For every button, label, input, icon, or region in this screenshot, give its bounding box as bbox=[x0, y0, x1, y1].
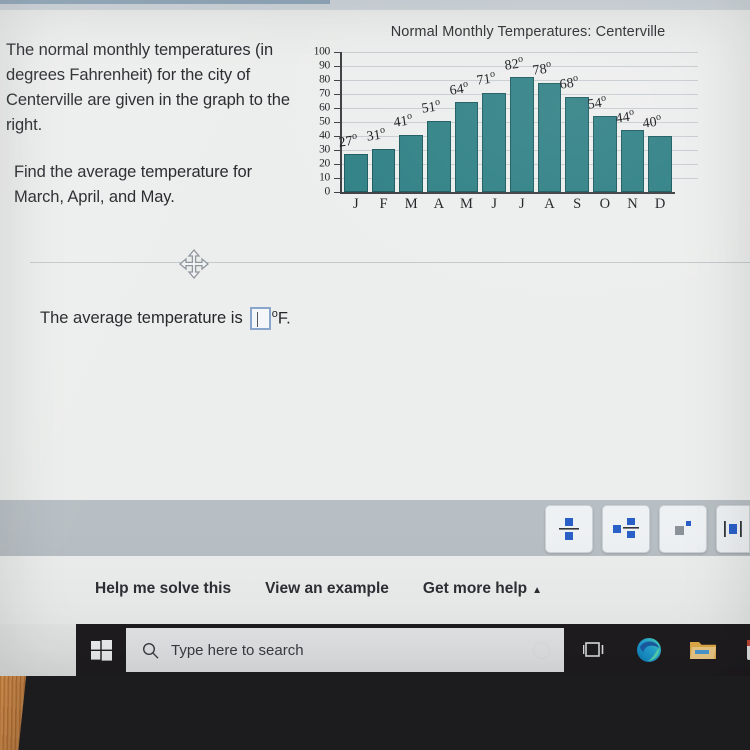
bar-value-label: 68o bbox=[559, 72, 580, 93]
chart-bar bbox=[593, 116, 617, 192]
chart-bar bbox=[537, 82, 562, 192]
get-more-help-link[interactable]: Get more help ▲ bbox=[423, 580, 542, 598]
absolute-value-template-button[interactable] bbox=[716, 505, 750, 553]
problem-statement: The normal monthly temperatures (in degr… bbox=[6, 38, 306, 210]
mixed-number-template-button[interactable] bbox=[602, 505, 650, 553]
bar-value-label: 78o bbox=[531, 58, 552, 79]
chart-bar bbox=[565, 96, 589, 192]
bar-value-label: 31o bbox=[365, 124, 386, 145]
answer-unit-label: oF. bbox=[272, 308, 291, 329]
exercise-panel: The normal monthly temperatures (in degr… bbox=[0, 10, 750, 500]
text-caret bbox=[256, 312, 258, 327]
help-link-label: View an example bbox=[265, 580, 389, 597]
answer-row: The average temperature is oF. bbox=[40, 307, 291, 330]
chart-bar bbox=[427, 120, 451, 192]
bar-value-label: 27o bbox=[337, 130, 358, 151]
task-view-icon[interactable] bbox=[580, 635, 610, 665]
windows-taskbar: Type here to search bbox=[76, 624, 750, 676]
view-an-example-link[interactable]: View an example bbox=[265, 580, 389, 598]
laptop-screen: The normal monthly temperatures (in degr… bbox=[0, 0, 750, 676]
help-links: Help me solve this View an example Get m… bbox=[95, 580, 542, 598]
month-label: J bbox=[353, 196, 359, 212]
month-label: A bbox=[433, 196, 445, 212]
bar-value-label: 64o bbox=[448, 78, 469, 99]
month-label: J bbox=[491, 196, 497, 212]
cortana-icon[interactable] bbox=[526, 635, 556, 665]
chart-bar bbox=[371, 148, 396, 192]
app-icon[interactable] bbox=[742, 635, 750, 665]
move-cursor-icon bbox=[178, 248, 210, 280]
y-axis-tick-label: 90 bbox=[319, 59, 330, 72]
chart-bar bbox=[510, 77, 534, 192]
windows-logo-icon bbox=[90, 639, 112, 661]
file-explorer-icon[interactable] bbox=[688, 635, 718, 665]
x-axis-line bbox=[340, 192, 675, 194]
answer-input[interactable] bbox=[249, 307, 271, 330]
help-me-solve-this-link[interactable]: Help me solve this bbox=[95, 580, 231, 598]
section-divider bbox=[30, 262, 750, 263]
chart-bar bbox=[482, 92, 506, 192]
photograph-of-laptop-screen: The normal monthly temperatures (in degr… bbox=[0, 0, 750, 750]
window-accent-bar bbox=[0, 0, 330, 4]
taskbar-search-placeholder: Type here to search bbox=[171, 641, 304, 659]
y-axis-tick-label: 50 bbox=[319, 115, 330, 128]
chart-bar bbox=[648, 136, 672, 192]
y-axis-tick-label: 80 bbox=[319, 73, 330, 86]
bar-value-label: 54o bbox=[586, 92, 607, 113]
bar-value-label: 44o bbox=[614, 106, 635, 127]
month-label: M bbox=[404, 196, 418, 212]
exponent-template-button[interactable] bbox=[659, 505, 707, 553]
bar-value-label: 40o bbox=[642, 111, 663, 133]
chart-bar bbox=[399, 134, 423, 192]
chevron-up-icon: ▲ bbox=[532, 585, 543, 596]
windows-start-button[interactable] bbox=[82, 632, 120, 668]
math-palette-buttons bbox=[545, 505, 750, 553]
problem-paragraph-2: Find the average temperature for March, … bbox=[14, 163, 253, 206]
bar-value-label: 82o bbox=[503, 53, 524, 74]
problem-paragraph-1: The normal monthly temperatures (in degr… bbox=[6, 41, 290, 134]
chart-bar bbox=[454, 102, 479, 192]
y-axis-tick-label: 10 bbox=[319, 171, 330, 184]
y-axis-tick-label: 100 bbox=[313, 45, 331, 58]
search-icon bbox=[142, 642, 159, 659]
y-axis-tick-labels: 0 10 20 30 40 50 60 70 80 90 100 bbox=[300, 46, 334, 197]
y-axis-tick-label: 60 bbox=[319, 101, 330, 114]
microsoft-edge-icon[interactable] bbox=[634, 635, 664, 665]
y-axis-tick-label: 0 bbox=[324, 185, 331, 198]
help-link-label: Get more help bbox=[422, 580, 528, 597]
month-label: O bbox=[599, 196, 611, 212]
chart-bar bbox=[620, 130, 645, 192]
fahrenheit-label: F. bbox=[277, 309, 291, 328]
month-label: J bbox=[519, 196, 525, 212]
y-axis-tick-label: 40 bbox=[319, 129, 330, 142]
chart-plot-area: 0 10 20 30 40 50 60 70 80 90 100 27o 31o 41o 51o 64o 71… bbox=[300, 46, 700, 212]
answer-prefix-label: The average temperature is bbox=[40, 309, 243, 327]
chart-bars: 27o 31o 41o 51o 64o 71o 82o 78o 68o 54o 44o 40o bbox=[338, 52, 674, 192]
y-axis-tick-label: 20 bbox=[319, 157, 330, 170]
help-link-label: Help me solve this bbox=[95, 580, 232, 597]
bar-value-label: 51o bbox=[420, 96, 441, 117]
y-axis-tick-label: 30 bbox=[319, 143, 330, 156]
month-label: A bbox=[544, 196, 555, 212]
fraction-template-button[interactable] bbox=[545, 505, 593, 553]
month-label: F bbox=[379, 196, 388, 212]
taskbar-search-box[interactable]: Type here to search bbox=[126, 628, 564, 672]
bar-value-label: 71o bbox=[476, 68, 497, 89]
month-label: N bbox=[627, 196, 638, 212]
chart-bar bbox=[344, 154, 368, 192]
x-axis-month-labels: JFMAMJJASOND bbox=[342, 196, 674, 214]
temperature-bar-chart: Normal Monthly Temperatures: Centerville… bbox=[300, 24, 700, 220]
month-label: M bbox=[460, 196, 473, 212]
month-label: D bbox=[654, 196, 666, 212]
month-label: S bbox=[573, 196, 582, 212]
chart-title: Normal Monthly Temperatures: Centerville bbox=[390, 24, 666, 40]
bar-value-label: 41o bbox=[393, 110, 414, 131]
taskbar-icons bbox=[526, 624, 750, 676]
y-axis-tick-label: 70 bbox=[319, 87, 330, 100]
